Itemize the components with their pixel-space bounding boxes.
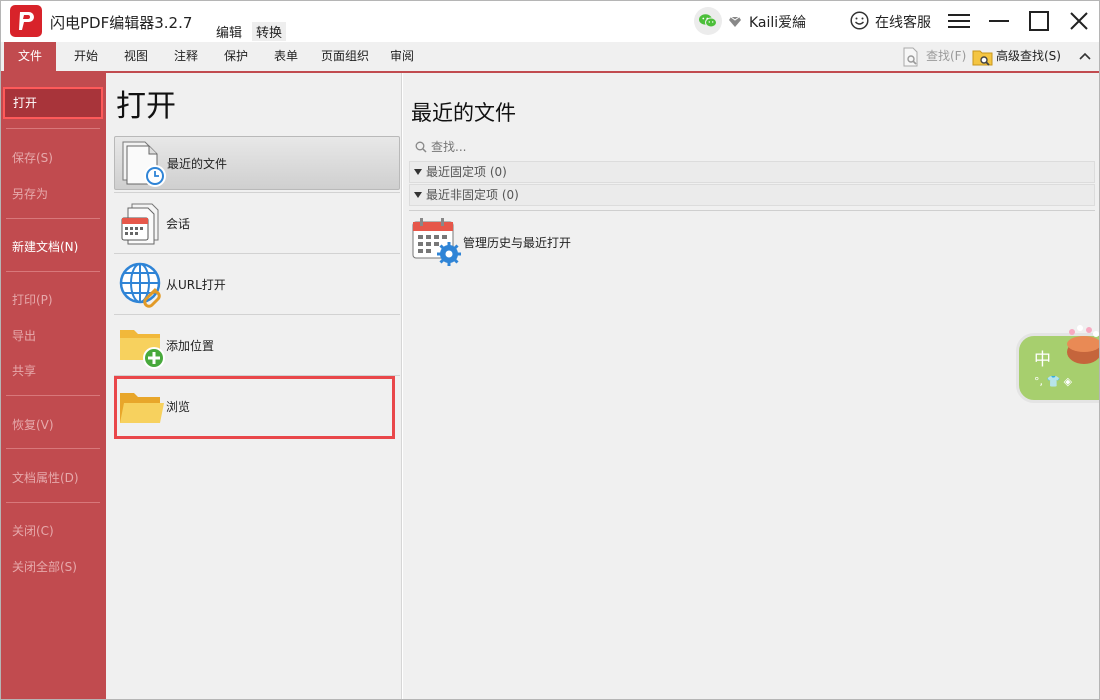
- sidebar-item-share[interactable]: 共享: [12, 362, 36, 379]
- wechat-icon[interactable]: [694, 7, 722, 35]
- app-title: 闪电PDF编辑器3.2.7: [50, 14, 193, 32]
- panel-divider: [114, 192, 400, 193]
- ribbon-bar: 文件 开始 视图 注释 保护 表单 页面组织 审阅 查找(F) 高级查找(S): [0, 42, 1100, 73]
- app-logo-icon: [10, 5, 42, 37]
- browse-highlight-frame: [114, 376, 395, 439]
- tab-review[interactable]: 审阅: [382, 42, 422, 71]
- folder-add-icon: [120, 330, 165, 369]
- session-calendar-icon: [121, 203, 159, 245]
- open-option-session[interactable]: 会话: [114, 197, 400, 251]
- sidebar-item-document-properties[interactable]: 文档属性(D): [12, 469, 79, 486]
- recent-files-label: 最近的文件: [167, 157, 228, 171]
- vip-diamond-icon: [729, 16, 741, 27]
- sidebar-divider: [6, 218, 100, 219]
- sidebar-divider: [6, 502, 100, 503]
- find-icon[interactable]: [902, 47, 920, 67]
- online-service-link[interactable]: 在线客服: [875, 12, 931, 32]
- manage-history-link[interactable]: 管理历史与最近打开: [463, 234, 571, 251]
- sidebar-divider: [6, 448, 100, 449]
- add-location-label: 添加位置: [166, 339, 215, 353]
- tab-protect[interactable]: 保护: [216, 42, 256, 71]
- recent-files-clock-icon: [122, 141, 166, 187]
- hamburger-menu-icon[interactable]: [945, 8, 973, 34]
- tab-annotate[interactable]: 注释: [166, 42, 206, 71]
- recent-files-title: 最近的文件: [411, 101, 516, 125]
- menu-edit[interactable]: 编辑: [216, 22, 242, 41]
- group-pinned-items[interactable]: 最近固定项 (0): [409, 161, 1095, 183]
- tab-file[interactable]: 文件: [4, 42, 56, 71]
- search-icon: [415, 141, 427, 153]
- tab-start[interactable]: 开始: [66, 42, 106, 71]
- sidebar-item-new-document[interactable]: 新建文档(N): [12, 238, 78, 255]
- calendar-gear-icon[interactable]: [411, 216, 461, 266]
- title-bar: 闪电PDF编辑器3.2.7 编辑 转换 Kaili爱綸 在线客服: [0, 0, 1100, 42]
- group-unpinned-items[interactable]: 最近非固定项 (0): [409, 184, 1095, 206]
- advanced-find-button[interactable]: 高级查找(S): [996, 42, 1061, 71]
- collapse-ribbon-icon[interactable]: [1078, 49, 1092, 63]
- open-option-recent-files[interactable]: 最近的文件: [114, 136, 400, 190]
- panel-divider: [114, 314, 400, 315]
- open-panel-title: 打开: [116, 89, 176, 124]
- recent-search-input[interactable]: [431, 137, 731, 157]
- sidebar-item-save[interactable]: 保存(S): [12, 149, 53, 166]
- open-from-url-label: 从URL打开: [166, 278, 226, 292]
- smiley-service-icon[interactable]: [850, 11, 869, 30]
- session-label: 会话: [166, 217, 191, 231]
- unpinned-items-label: 最近非固定项: [426, 188, 499, 202]
- sidebar-item-close[interactable]: 关闭(C): [12, 522, 54, 539]
- tab-view[interactable]: 视图: [116, 42, 156, 71]
- globe-link-icon: [119, 262, 161, 308]
- close-icon[interactable]: [1065, 8, 1093, 34]
- sidebar-item-close-all[interactable]: 关闭全部(S): [12, 558, 77, 575]
- sidebar-item-export[interactable]: 导出: [12, 327, 36, 344]
- unpinned-items-count: (0): [501, 188, 519, 202]
- expand-triangle-icon: [414, 169, 422, 175]
- backstage-sidebar: 打开 保存(S) 另存为 新建文档(N) 打印(P) 导出 共享 恢复(V) 文…: [0, 73, 106, 700]
- username[interactable]: Kaili爱綸: [749, 12, 806, 32]
- sidebar-divider: [6, 271, 100, 272]
- open-option-add-location[interactable]: 添加位置: [114, 319, 400, 373]
- expand-triangle-icon: [414, 192, 422, 198]
- sidebar-divider: [6, 395, 100, 396]
- sidebar-divider: [6, 128, 100, 129]
- sidebar-item-print[interactable]: 打印(P): [12, 291, 53, 308]
- ime-mode-char[interactable]: 中: [1034, 345, 1051, 370]
- open-option-from-url[interactable]: 从URL打开: [114, 258, 400, 312]
- sidebar-item-open[interactable]: 打开: [3, 87, 103, 119]
- pinned-items-count: (0): [489, 165, 507, 179]
- ime-tool-icons[interactable]: °, 👕 ◈: [1034, 375, 1072, 388]
- panel-divider: [114, 253, 400, 254]
- tab-page-organize[interactable]: 页面组织: [314, 42, 376, 71]
- open-panel: 打开 最近的文件 会话 从URL打开 添加位置 浏览: [106, 73, 402, 700]
- menu-convert[interactable]: 转换: [252, 22, 287, 41]
- minimize-icon[interactable]: [985, 8, 1013, 34]
- pinned-items-label: 最近固定项: [426, 165, 487, 179]
- sidebar-item-restore[interactable]: 恢复(V): [12, 416, 54, 433]
- find-button[interactable]: 查找(F): [926, 42, 966, 71]
- advanced-find-folder-icon[interactable]: [972, 47, 994, 67]
- tab-form[interactable]: 表单: [266, 42, 306, 71]
- cake-decoration-icon: [1067, 325, 1100, 364]
- maximize-icon[interactable]: [1025, 8, 1053, 34]
- recent-files-panel: 最近的文件 最近固定项 (0) 最近非固定项 (0) 管理历史与最近打开: [403, 73, 1100, 700]
- sidebar-item-save-as[interactable]: 另存为: [12, 185, 48, 202]
- panel-divider: [409, 210, 1095, 211]
